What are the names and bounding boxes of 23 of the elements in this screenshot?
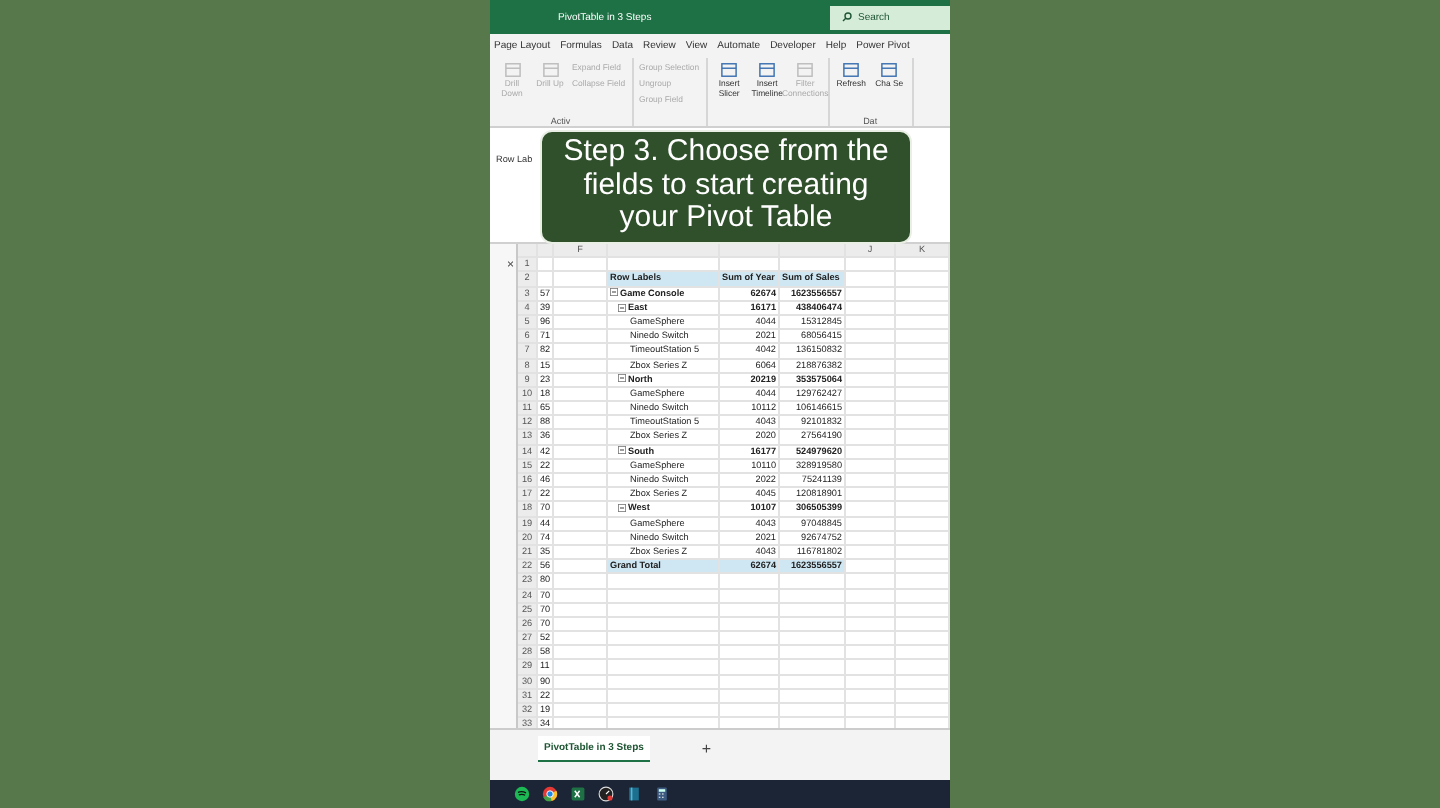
toolbar-icon xyxy=(541,62,559,78)
collapse-icon[interactable] xyxy=(618,303,626,312)
search-icon xyxy=(842,12,852,22)
toolbar-icon xyxy=(720,62,739,78)
caption-text: your Pivot Table xyxy=(619,202,833,235)
music-icon[interactable] xyxy=(514,786,530,802)
collapse-icon[interactable] xyxy=(618,446,626,455)
gauge-icon[interactable] xyxy=(598,786,614,802)
caption-text: Step 3. Choose from the xyxy=(563,136,889,169)
toolbar-icon xyxy=(842,62,861,78)
add-sheet-button[interactable]: + xyxy=(701,739,712,757)
collapse-icon[interactable] xyxy=(618,374,626,383)
collapse-icon[interactable] xyxy=(610,288,618,297)
browser-icon[interactable] xyxy=(542,786,558,802)
toolbar-icon xyxy=(796,62,815,78)
toolbar-icon xyxy=(758,62,777,78)
book-icon[interactable] xyxy=(626,786,642,802)
toolbar-icon xyxy=(880,62,899,78)
collapse-icon[interactable] xyxy=(618,504,626,513)
spreadsheet-icon[interactable] xyxy=(570,786,586,802)
calculator-icon[interactable] xyxy=(654,786,670,802)
caption-text: fields to start creating xyxy=(583,169,869,202)
toolbar-icon xyxy=(503,62,521,78)
